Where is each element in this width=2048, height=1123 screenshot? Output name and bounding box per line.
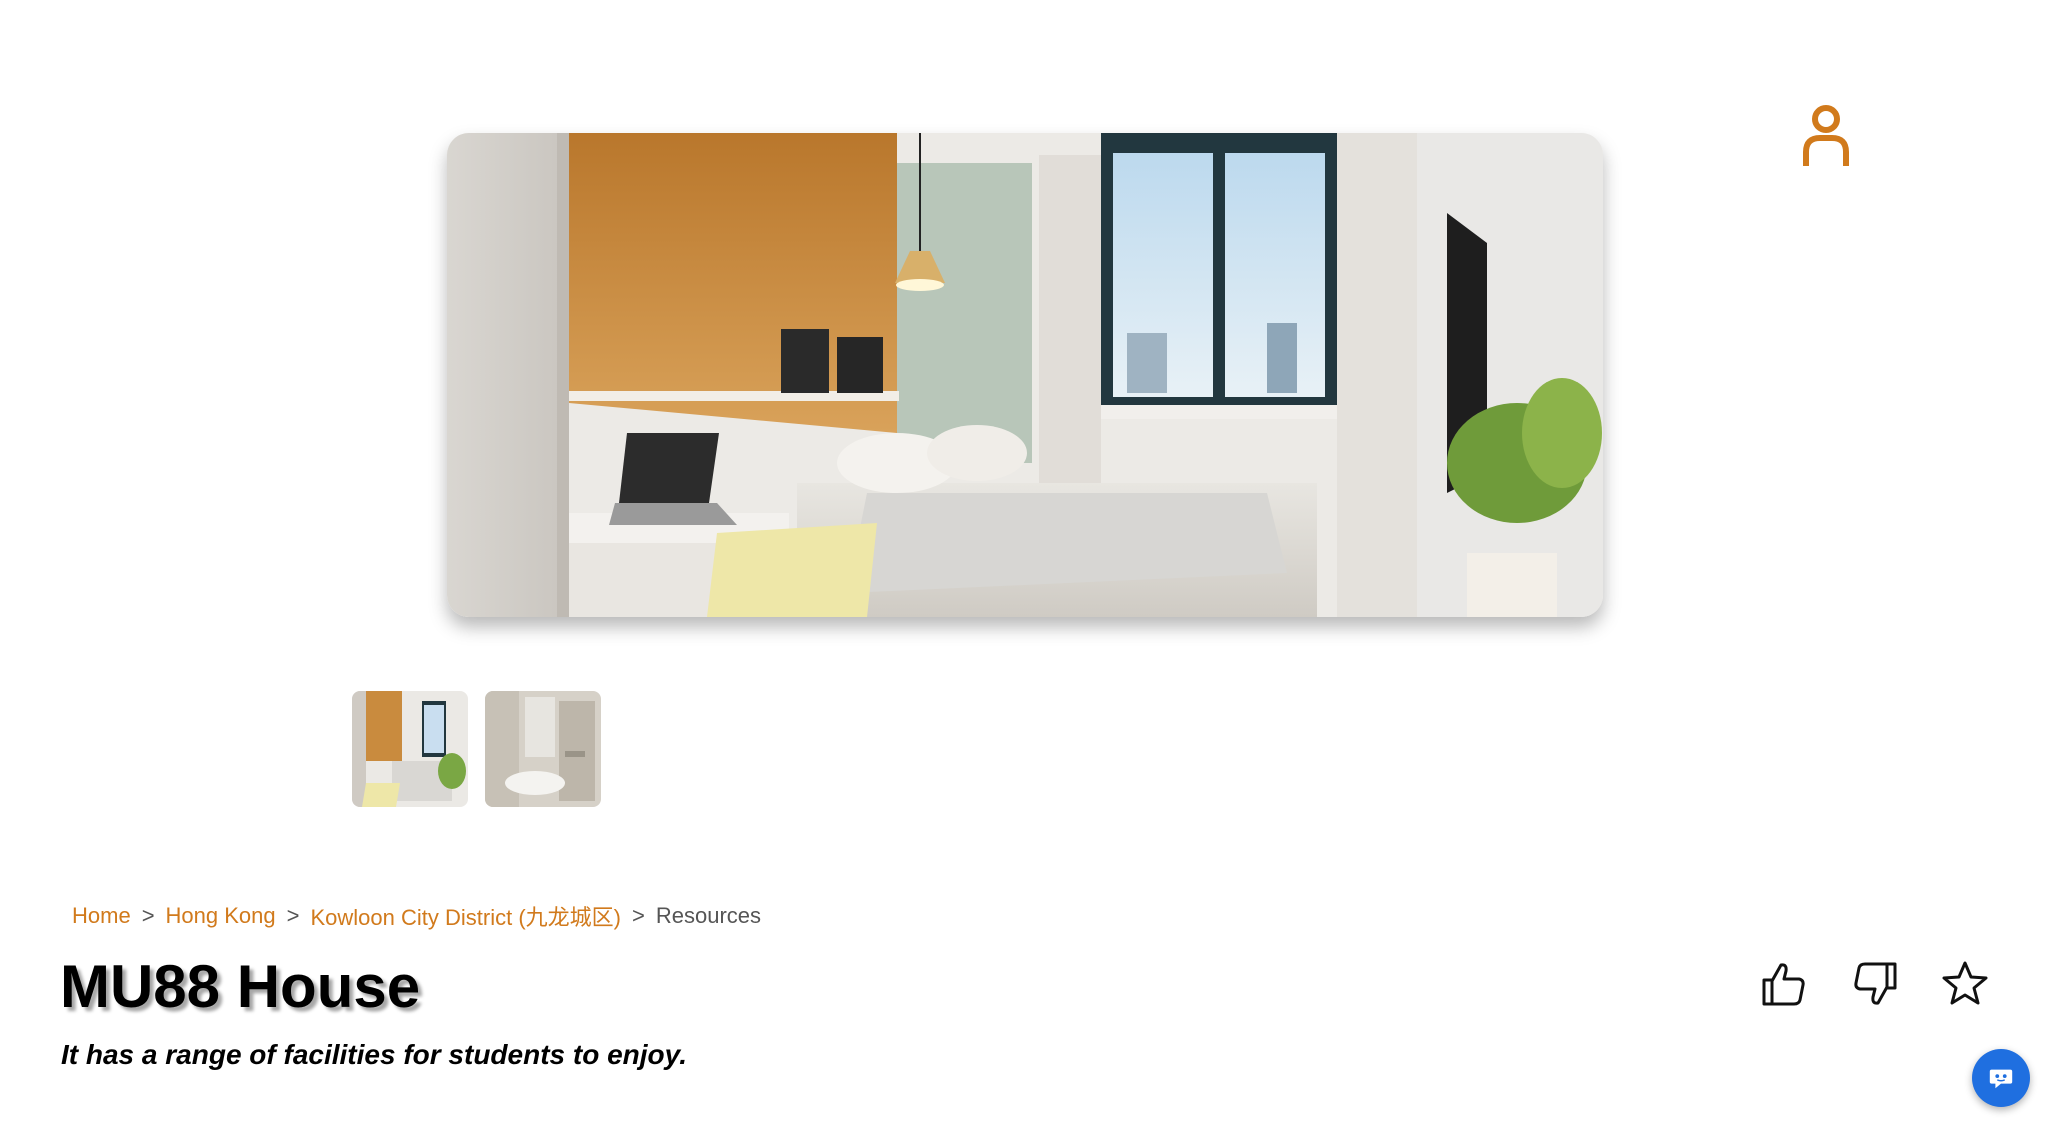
thumbs-up-icon[interactable]	[1760, 960, 1808, 1008]
breadcrumb-hong-kong[interactable]: Hong Kong	[166, 903, 276, 929]
thumbnail-bathroom[interactable]	[485, 691, 601, 807]
breadcrumb-separator: >	[141, 903, 155, 928]
breadcrumb-separator: >	[631, 903, 645, 928]
page: Home > Hong Kong > Kowloon City District…	[0, 0, 2048, 1123]
main-listing-photo[interactable]	[447, 133, 1603, 617]
thumbs-down-icon[interactable]	[1851, 960, 1899, 1008]
breadcrumb-home[interactable]: Home	[72, 903, 131, 929]
breadcrumb-current: Resources	[655, 903, 761, 928]
user-icon[interactable]	[1801, 104, 1851, 168]
breadcrumb-separator: >	[286, 903, 300, 928]
breadcrumb: Home > Hong Kong > Kowloon City District…	[72, 900, 761, 932]
breadcrumb-kowloon-city[interactable]: Kowloon City District (九龙城区)	[311, 900, 621, 932]
listing-subtitle: It has a range of facilities for student…	[61, 1039, 687, 1070]
chat-bot-icon	[1989, 1069, 2013, 1089]
star-icon[interactable]	[1941, 960, 1989, 1008]
thumbnail-bedroom[interactable]	[352, 691, 468, 807]
chat-button[interactable]	[1972, 1049, 2030, 1107]
listing-title: MU88 House	[60, 953, 421, 1020]
